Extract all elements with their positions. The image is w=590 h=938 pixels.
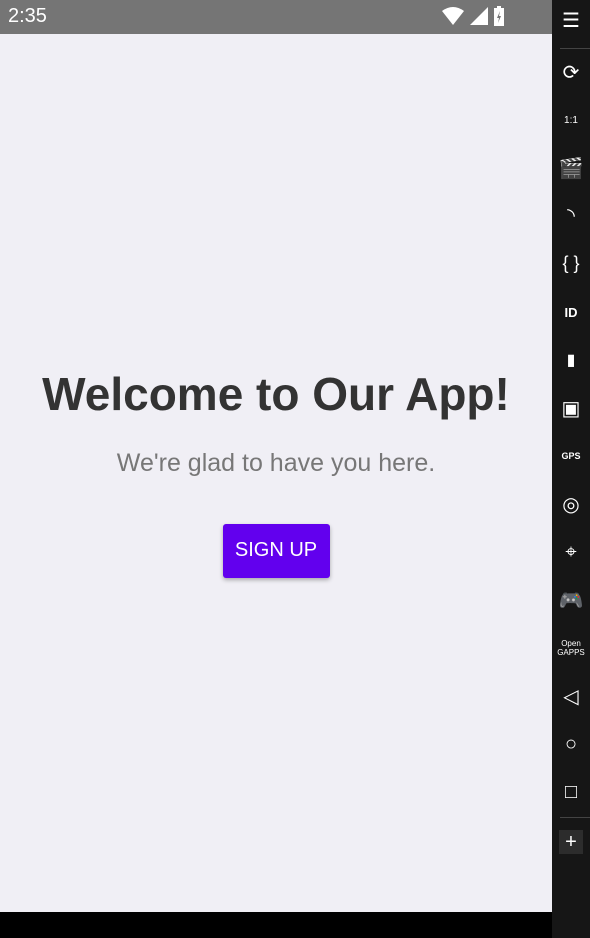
phone-screen: 2:35 Welcome to Our App! We're glad to h…	[0, 0, 552, 938]
wifi-icon	[442, 7, 464, 25]
api-icon[interactable]: { }	[552, 245, 590, 281]
welcome-title: Welcome to Our App!	[42, 367, 510, 420]
pixel-perfect-icon[interactable]: 1:1	[552, 102, 590, 138]
sensors-icon[interactable]: ⌖	[552, 534, 590, 570]
signal-icon	[470, 7, 488, 25]
navigation-bar	[0, 912, 552, 938]
status-time: 2:35	[8, 5, 47, 27]
video-icon[interactable]: ▣	[552, 390, 590, 426]
recent-apps-icon[interactable]: □	[552, 774, 590, 810]
identifiers-icon[interactable]: ID	[552, 294, 590, 330]
battery-charging-icon	[494, 6, 504, 26]
status-bar: 2:35	[0, 0, 552, 34]
add-label: +	[559, 830, 583, 854]
home-icon[interactable]: ○	[552, 726, 590, 762]
divider	[560, 817, 590, 818]
sign-up-button[interactable]: SIGN UP	[222, 523, 330, 578]
capture-icon[interactable]: 🎬	[552, 150, 590, 186]
welcome-content: Welcome to Our App! We're glad to have y…	[0, 34, 552, 912]
open-gapps-icon[interactable]: Open GAPPS	[552, 630, 590, 666]
back-icon[interactable]: ◁	[552, 678, 590, 714]
welcome-subtitle: We're glad to have you here.	[116, 448, 436, 477]
rotate-icon[interactable]: ⟳	[552, 54, 590, 90]
menu-icon[interactable]: ☰	[552, 2, 590, 38]
sim-icon[interactable]: ▮	[552, 342, 590, 378]
divider	[560, 48, 590, 49]
emulator-toolbar: ☰ ⟳ 1:1 🎬 ◝ { } ID ▮ ▣ GPS ◎ ⌖ 🎮 Open GA…	[552, 0, 590, 938]
gps-icon[interactable]: GPS	[552, 438, 590, 474]
fingerprint-icon[interactable]: ◎	[552, 486, 590, 522]
add-icon[interactable]: +	[552, 824, 590, 860]
cast-icon[interactable]: ◝	[552, 197, 590, 233]
gamepad-icon[interactable]: 🎮	[552, 582, 590, 618]
